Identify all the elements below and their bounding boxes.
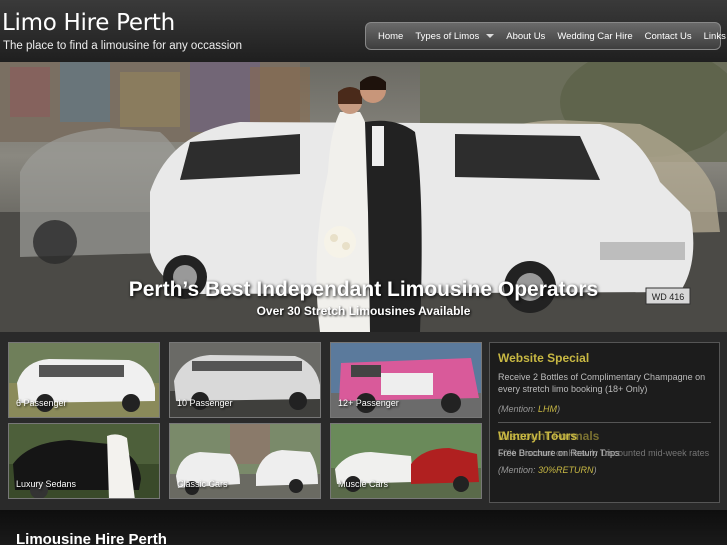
nav-home[interactable]: Home xyxy=(372,31,409,42)
main-nav: Home Types of Limos About Us Wedding Car… xyxy=(365,22,726,50)
nav-types-of-limos[interactable]: Types of Limos xyxy=(409,31,500,42)
discount-formals-special: Discount Formals 50% Discount on Heavily… xyxy=(498,429,711,459)
nav-wedding-car-hire[interactable]: Wedding Car Hire xyxy=(551,31,638,42)
tile-label: 10 Passenger xyxy=(177,398,233,408)
website-special-mention: (Mention: LHM) xyxy=(498,404,711,414)
site-tagline: The place to find a limousine for any oc… xyxy=(3,40,243,52)
nav-wedding-label: Wedding Car Hire xyxy=(557,30,633,42)
rotating-specials: Wineryl Tours Free Brochure on Return Tr… xyxy=(498,429,711,469)
site-title[interactable]: Limo Hire Perth xyxy=(2,10,175,36)
hero-subtitle: Over 30 Stretch Limousines Available xyxy=(256,304,471,318)
nav-links-label: Links xyxy=(703,30,726,42)
nav-contact-us[interactable]: Contact Us xyxy=(639,31,698,42)
tile-classic-cars[interactable]: Classic Cars xyxy=(169,423,321,499)
site-header: Limo Hire Perth The place to find a limo… xyxy=(0,0,727,62)
mention-prefix: (Mention: xyxy=(498,404,536,414)
tile-label: 12+ Passenger xyxy=(338,398,399,408)
nav-about-label: About Us xyxy=(506,30,546,42)
mention-code: LHM xyxy=(538,404,558,414)
tile-luxury-sedans[interactable]: Luxury Sedans xyxy=(8,423,160,499)
tile-muscle-cars[interactable]: Muscle Cars xyxy=(330,423,482,499)
website-special-title: Website Special xyxy=(498,351,590,365)
mention-suffix: ) xyxy=(557,404,561,414)
chevron-down-icon xyxy=(486,34,495,38)
discount-formals-text: 50% Discount on Heavily Discounted mid-w… xyxy=(498,448,710,458)
nav-about-us[interactable]: About Us xyxy=(500,31,551,42)
tile-label: 6 Passenger xyxy=(16,398,67,408)
tile-label: Classic Cars xyxy=(177,479,228,489)
tile-label: Luxury Sedans xyxy=(16,479,77,489)
section-heading: Limousine Hire Perth xyxy=(16,531,167,545)
specials-divider xyxy=(498,422,711,423)
tile-10-passenger[interactable]: 10 Passenger xyxy=(169,342,321,418)
tile-label: Muscle Cars xyxy=(338,479,389,489)
nav-contact-label: Contact Us xyxy=(644,30,692,42)
hero-banner: Perth’s Best Independant Limousine Opera… xyxy=(0,62,727,332)
nav-links[interactable]: Links xyxy=(698,31,727,42)
nav-home-label: Home xyxy=(378,30,404,42)
hero-title: Perth’s Best Independant Limousine Opera… xyxy=(128,278,599,301)
tile-12-passenger[interactable]: 12+ Passenger xyxy=(330,342,482,418)
bottom-section: Limousine Hire Perth xyxy=(0,510,727,545)
nav-types-label: Types of Limos xyxy=(415,30,480,42)
website-special-text: Receive 2 Bottles of Complimentary Champ… xyxy=(498,372,706,394)
tile-6-passenger[interactable]: 6 Passenger xyxy=(8,342,160,418)
specials-panel: Website Special Receive 2 Bottles of Com… xyxy=(489,342,720,503)
discount-formals-title: Discount Formals xyxy=(498,429,600,443)
